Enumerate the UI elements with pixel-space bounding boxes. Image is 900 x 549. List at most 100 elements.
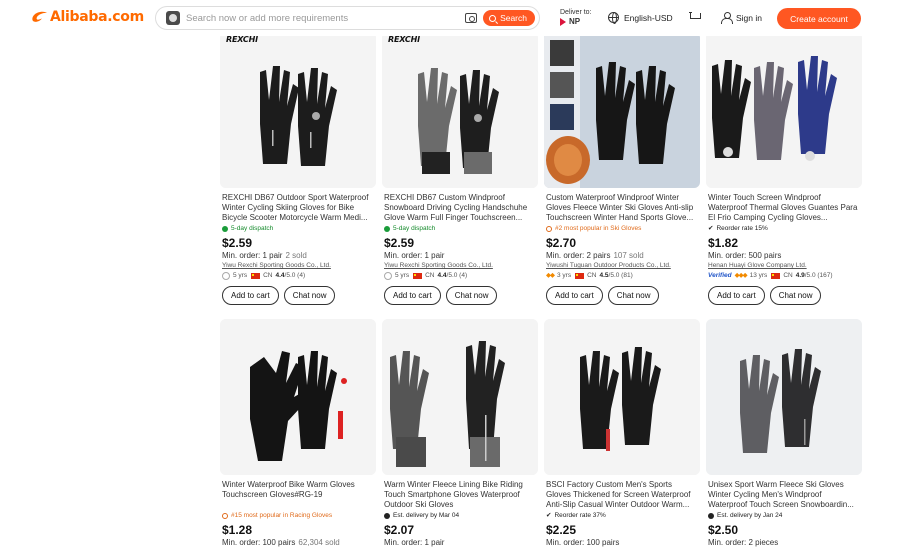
product-image[interactable]	[706, 32, 862, 188]
product-price: $2.25	[546, 523, 577, 537]
deliver-country: NP	[560, 17, 592, 26]
chat-now-button[interactable]: Chat now	[445, 286, 498, 305]
reorder-tag: ✔ Reorder rate 15%	[708, 225, 768, 232]
min-order: Min. order: 1 pair	[384, 538, 445, 547]
product-card[interactable]: Warm Winter Fleece Lining Bike Riding To…	[382, 319, 538, 548]
verified-badge: Verified	[708, 272, 732, 279]
min-order: Min. order: 1 pair 2 sold	[222, 251, 307, 260]
product-image[interactable]	[706, 319, 862, 475]
china-flag-icon	[413, 273, 423, 279]
product-card[interactable]: BSCI Factory Custom Men's Sports Gloves …	[544, 319, 700, 548]
product-card[interactable]: REXCHI REXCHI DB67 Outdoor Sport Waterpr…	[220, 32, 376, 305]
min-order: Min. order: 2 pieces	[708, 538, 779, 547]
clock-icon	[384, 512, 390, 519]
check-icon: ✔	[708, 225, 714, 232]
chat-now-button[interactable]: Chat now	[607, 286, 660, 305]
min-order: Min. order: 1 pair	[384, 251, 445, 260]
product-card[interactable]: Custom Waterproof Windproof Winter Glove…	[544, 32, 700, 305]
ranking-icon	[546, 225, 552, 232]
camera-icon[interactable]	[465, 13, 478, 23]
product-card[interactable]: Unisex Sport Warm Fleece Ski Gloves Wint…	[706, 319, 862, 548]
product-image[interactable]: REXCHI	[382, 32, 538, 188]
user-icon	[721, 12, 733, 24]
supplier-meta: 5 yrs CN 4.4/5.0 (4)	[384, 272, 536, 280]
product-image[interactable]	[382, 319, 538, 475]
product-price: $2.59	[384, 236, 415, 250]
card-actions: Add to cart Chat now	[546, 286, 698, 305]
china-flag-icon	[575, 273, 585, 279]
card-actions: Add to cart Chat now	[708, 286, 860, 305]
product-title[interactable]: Winter Touch Screen Windproof Waterproof…	[708, 193, 860, 223]
sold-count: 107 sold	[613, 251, 644, 260]
chat-now-button[interactable]: Chat now	[769, 286, 822, 305]
supplier-link[interactable]: Yiwu Rexchi Sporting Goods Co., Ltd.	[222, 262, 374, 270]
reorder-tag: ✔ Reorder rate 37%	[546, 512, 606, 519]
product-title[interactable]: Custom Waterproof Windproof Winter Glove…	[546, 193, 698, 223]
search-image-thumb-icon[interactable]	[166, 11, 180, 25]
supplier-link[interactable]: Yiwu Rexchi Sporting Goods Co., Ltd.	[384, 262, 536, 270]
alibaba-logo[interactable]: Alibaba.com	[30, 9, 144, 25]
product-grid: REXCHI REXCHI DB67 Outdoor Sport Waterpr…	[0, 0, 900, 549]
check-icon: ✔	[546, 512, 552, 519]
card-actions: Add to cart Chat now	[384, 286, 536, 305]
sold-count: 62,304 sold	[298, 538, 340, 547]
product-title[interactable]: REXCHI DB67 Custom Windproof Snowboard D…	[384, 193, 536, 223]
product-title[interactable]: REXCHI DB67 Outdoor Sport Waterproof Win…	[222, 193, 374, 223]
chat-now-button[interactable]: Chat now	[283, 286, 336, 305]
logo-text: Alibaba.com	[50, 9, 144, 25]
add-to-cart-button[interactable]: Add to cart	[546, 286, 603, 305]
delivery-tag: Est. delivery by Mar 04	[384, 511, 536, 520]
globe-icon	[608, 12, 619, 24]
dispatch-tag: 5-day dispatch	[384, 224, 536, 233]
product-title[interactable]: Winter Waterproof Bike Warm Gloves Touch…	[222, 480, 374, 510]
clock-icon	[708, 512, 714, 519]
brand-mark: REXCHI	[388, 35, 420, 44]
sign-in-link[interactable]: Sign in	[721, 12, 762, 24]
min-order: Min. order: 100 pairs 62,304 sold	[222, 538, 340, 547]
product-image[interactable]: REXCHI	[220, 32, 376, 188]
popularity-tag: #2 most popular in Ski Gloves	[546, 224, 698, 233]
product-price: $2.50	[708, 523, 739, 537]
product-price: $2.59	[222, 236, 253, 250]
add-to-cart-button[interactable]: Add to cart	[384, 286, 441, 305]
product-price: $2.70	[546, 236, 577, 250]
product-card[interactable]: Winter Waterproof Bike Warm Gloves Touch…	[220, 319, 376, 548]
card-actions: Add to cart Chat now	[222, 286, 374, 305]
search-bar[interactable]: Search	[155, 6, 540, 30]
search-button[interactable]: Search	[483, 10, 535, 26]
product-price: $2.07	[384, 523, 415, 537]
check-icon	[384, 225, 390, 232]
product-card[interactable]: REXCHI REXCHI DB67 Custom Windproof Snow…	[382, 32, 538, 305]
supplier-link[interactable]: Henan Huayi Glove Company Ltd.	[708, 262, 860, 270]
product-title[interactable]: BSCI Factory Custom Men's Sports Gloves …	[546, 480, 698, 510]
top-header: Alibaba.com Search Deliver to: NP Englis…	[0, 0, 900, 36]
deliver-to[interactable]: Deliver to: NP	[560, 8, 592, 26]
product-card[interactable]: Winter Touch Screen Windproof Waterproof…	[706, 32, 862, 305]
nepal-flag-icon	[560, 17, 566, 26]
add-to-cart-button[interactable]: Add to cart	[708, 286, 765, 305]
deliver-label: Deliver to:	[560, 9, 592, 16]
product-price: $1.28	[222, 523, 253, 537]
add-to-cart-button[interactable]: Add to cart	[222, 286, 279, 305]
supplier-rank-icon: ◆◆	[546, 272, 555, 279]
cart-icon[interactable]	[689, 12, 701, 22]
delivery-tag: Est. delivery by Jan 24	[708, 511, 860, 520]
ranking-icon	[222, 512, 228, 519]
product-image[interactable]	[544, 319, 700, 475]
check-icon	[222, 225, 228, 232]
create-account-button[interactable]: Create account	[777, 8, 861, 29]
product-title[interactable]: Unisex Sport Warm Fleece Ski Gloves Wint…	[708, 480, 860, 510]
min-order: Min. order: 100 pairs	[546, 538, 620, 547]
min-order: Min. order: 2 pairs 107 sold	[546, 251, 644, 260]
search-input[interactable]	[186, 12, 466, 24]
china-flag-icon	[771, 273, 781, 279]
search-icon	[489, 14, 497, 22]
supplier-meta: 5 yrs CN 4.4/5.0 (4)	[222, 272, 374, 280]
language-selector[interactable]: English-USD	[608, 12, 673, 24]
brand-mark: REXCHI	[226, 35, 258, 44]
product-image[interactable]	[220, 319, 376, 475]
product-title[interactable]: Warm Winter Fleece Lining Bike Riding To…	[384, 480, 536, 510]
product-image[interactable]	[544, 32, 700, 188]
supplier-link[interactable]: Yiwushi Tuguan Outdoor Products Co., Ltd…	[546, 262, 698, 270]
supplier-meta: ◆◆ 3 yrs CN 4.5/5.0 (81)	[546, 272, 633, 279]
